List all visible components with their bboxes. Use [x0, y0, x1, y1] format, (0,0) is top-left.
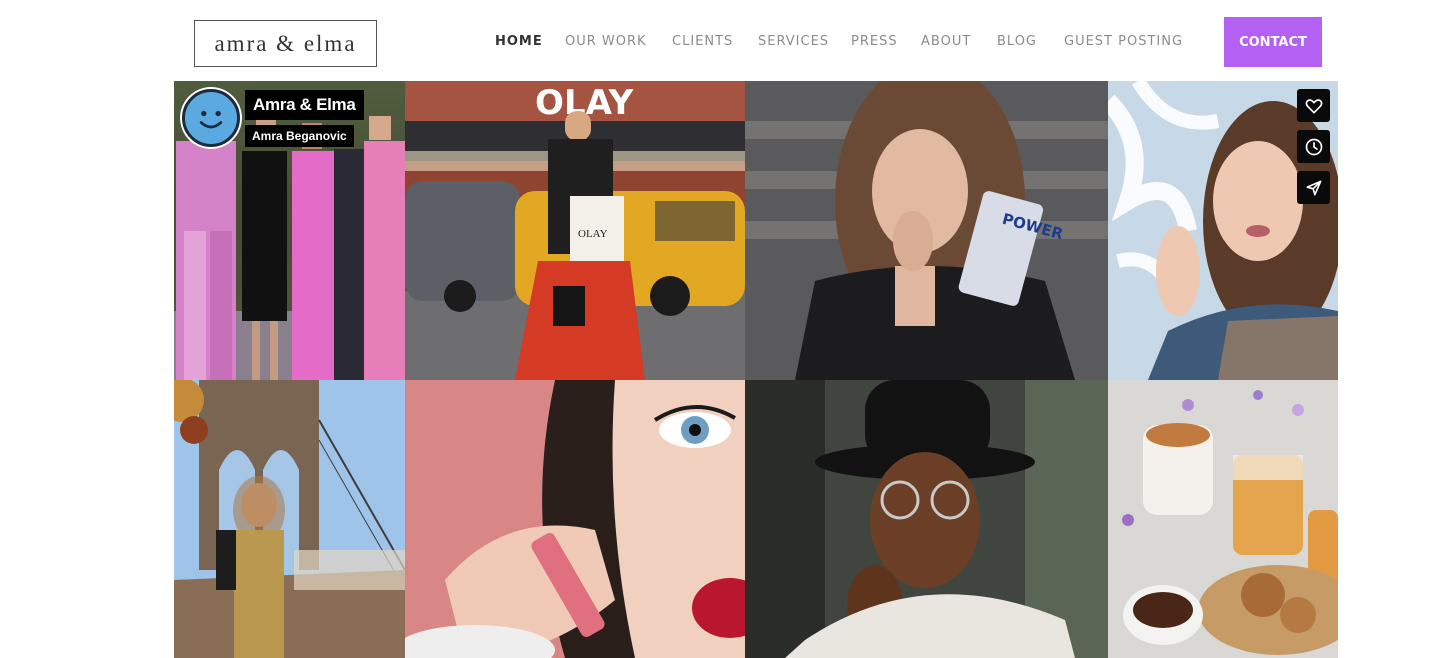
winter-portrait-image	[1108, 81, 1338, 380]
gallery-tile-coffee-nuts[interactable]	[1108, 380, 1338, 658]
nav-about[interactable]: ABOUT	[921, 34, 971, 49]
profile-subtitle[interactable]: Amra Beganovic	[245, 125, 354, 147]
gallery-tile-hat-portrait[interactable]	[745, 380, 1108, 658]
gallery-tile-bridge[interactable]	[174, 380, 405, 658]
chocolate-portrait-image: POWER	[745, 81, 1108, 380]
watch-later-button[interactable]	[1297, 130, 1330, 163]
logo-text: amra & elma	[214, 30, 357, 56]
nav-blog[interactable]: BLOG	[997, 34, 1037, 49]
like-button[interactable]	[1297, 89, 1330, 122]
smiley-face-icon	[187, 94, 235, 142]
nav-press[interactable]: PRESS	[851, 34, 898, 49]
share-button[interactable]	[1297, 171, 1330, 204]
bridge-image	[174, 380, 405, 658]
coffee-nuts-image	[1108, 380, 1338, 658]
contact-label: CONTACT	[1239, 34, 1307, 50]
gallery-tile-lipstick[interactable]	[405, 380, 745, 658]
gallery-tile-chocolate-portrait[interactable]: POWER	[745, 81, 1108, 380]
svg-text:OLAY: OLAY	[578, 228, 608, 240]
hat-portrait-image	[745, 380, 1108, 658]
send-icon	[1306, 180, 1321, 195]
profile-avatar[interactable]	[182, 89, 240, 147]
nav-clients[interactable]: CLIENTS	[672, 34, 733, 49]
nav-guest-posting[interactable]: GUEST POSTING	[1064, 34, 1183, 49]
olay-street-image: OLAY OLAY	[405, 81, 745, 380]
gallery-tile-winter-portrait[interactable]	[1108, 81, 1338, 380]
nav-home[interactable]: HOME	[495, 34, 543, 49]
site-logo[interactable]: amra & elma	[194, 20, 377, 67]
profile-name[interactable]: Amra & Elma	[245, 90, 364, 120]
heart-icon	[1305, 98, 1322, 113]
contact-button[interactable]: CONTACT	[1224, 17, 1322, 67]
lipstick-image	[405, 380, 745, 658]
nav-our-work[interactable]: OUR WORK	[565, 34, 647, 49]
gallery-tile-olay-street[interactable]: OLAY OLAY	[405, 81, 745, 380]
clock-icon	[1305, 138, 1322, 155]
nav-services[interactable]: SERVICES	[758, 34, 829, 49]
